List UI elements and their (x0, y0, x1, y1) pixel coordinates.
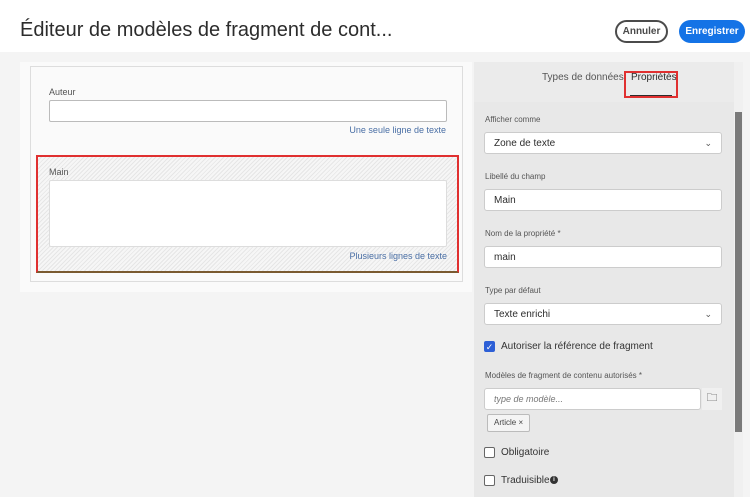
translatable-checkbox[interactable] (484, 475, 495, 486)
allow-fragment-ref-checkbox[interactable]: ✓ (484, 341, 495, 352)
model-card: Auteur Une seule ligne de texte Main Plu… (30, 66, 463, 282)
field-label-label: Libellé du champ (485, 172, 546, 181)
folder-browse-button[interactable]: 🗀 (702, 388, 722, 410)
field-label: Main (49, 167, 69, 177)
display-as-select[interactable]: Zone de texte ⌄ (484, 132, 722, 154)
required-checkbox[interactable] (484, 447, 495, 458)
scrollbar-thumb[interactable] (735, 112, 742, 432)
remove-tag-icon[interactable]: × (518, 418, 523, 427)
allowed-models-label: Modèles de fragment de contenu autorisés… (485, 371, 642, 380)
model-canvas: Auteur Une seule ligne de texte Main Plu… (20, 62, 472, 292)
selected-field-main[interactable]: Main Plusieurs lignes de texte (36, 155, 459, 273)
allow-fragment-ref-label: Autoriser la référence de fragment (501, 341, 653, 352)
chevron-down-icon: ⌄ (704, 138, 712, 148)
field-type-hint: Plusieurs lignes de texte (349, 251, 447, 261)
panel-scrollbar[interactable] (734, 62, 743, 497)
tag-label: Article (494, 418, 517, 427)
field-type-hint: Une seule ligne de texte (349, 125, 446, 135)
page-title: Éditeur de modèles de fragment de cont..… (20, 19, 393, 41)
display-as-value: Zone de texte (494, 137, 556, 149)
property-name-input[interactable]: main (484, 246, 722, 268)
default-type-value: Texte enrichi (494, 308, 551, 320)
display-as-label: Afficher comme (485, 115, 541, 124)
main-field[interactable] (49, 180, 447, 247)
header: Éditeur de modèles de fragment de cont..… (0, 0, 750, 52)
tab-data-types[interactable]: Types de données (542, 72, 624, 83)
field-label: Auteur (49, 87, 76, 97)
default-type-select[interactable]: Texte enrichi ⌄ (484, 303, 722, 325)
auteur-field[interactable] (49, 100, 447, 122)
cancel-button[interactable]: Annuler (615, 20, 668, 43)
folder-icon: 🗀 (706, 392, 718, 404)
default-type-label: Type par défaut (485, 286, 541, 295)
save-button[interactable]: Enregistrer (679, 20, 745, 43)
properties-panel: Types de données Propriétés Afficher com… (474, 62, 734, 497)
panel-tabs: Types de données Propriétés (474, 62, 734, 102)
property-name-label: Nom de la propriété * (485, 229, 561, 238)
field-label-input[interactable]: Main (484, 189, 722, 211)
chevron-down-icon: ⌄ (704, 309, 712, 319)
model-type-input[interactable]: type de modèle... (484, 388, 701, 410)
model-tag: Article × (487, 414, 531, 432)
highlight-box (624, 71, 678, 98)
required-label: Obligatoire (501, 447, 550, 458)
info-icon[interactable]: i (550, 476, 558, 484)
translatable-label: Traduisible (501, 475, 550, 486)
